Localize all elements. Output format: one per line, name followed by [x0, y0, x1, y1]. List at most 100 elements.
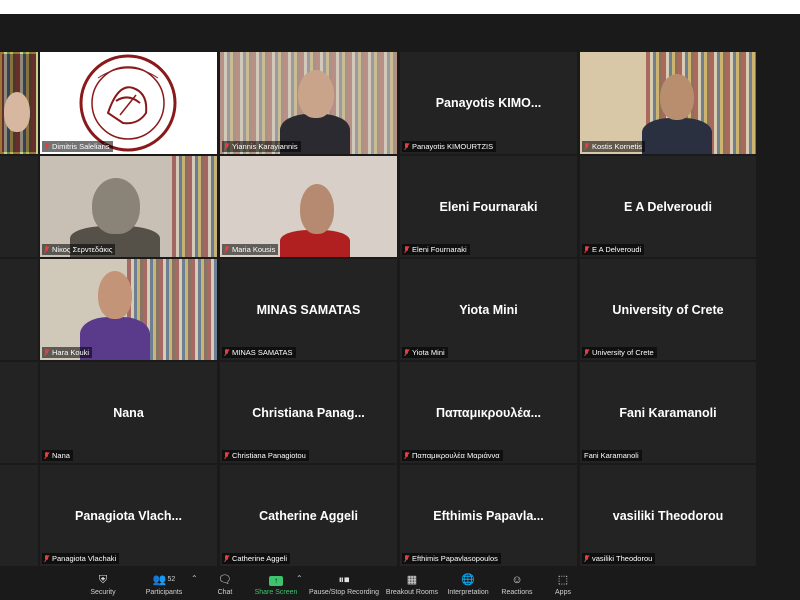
participant-tile[interactable]: Kostis Kornetis — [580, 52, 756, 154]
participant-tile[interactable]: Fani Karamanoli Fani Karamanoli — [580, 362, 756, 463]
mic-muted-icon — [584, 348, 589, 357]
share-screen-icon: ↑ — [269, 576, 283, 586]
apps-icon: ⬚ — [557, 574, 569, 586]
participant-tile[interactable]: Panagiota Vlach... Panagiota Vlachaki — [40, 465, 217, 566]
share-caret-icon[interactable]: ⌃ — [296, 574, 303, 583]
seal-logo — [79, 54, 177, 152]
participant-name: Dimitris Saleliaris — [52, 142, 110, 151]
participant-name: Christiana Panagiotou — [232, 451, 306, 460]
participant-tile[interactable]: Hara Kouki — [40, 259, 217, 360]
mic-muted-icon — [44, 348, 49, 357]
participant-tile[interactable]: Νίκος Σερντεδάκις — [40, 156, 217, 257]
participant-name: Panagiota Vlachaki — [52, 554, 117, 563]
participant-tile[interactable]: Maria Kousis — [220, 156, 397, 257]
mic-muted-icon — [404, 554, 409, 563]
participant-tile[interactable]: MINAS SAMATAS MINAS SAMATAS — [220, 259, 397, 360]
participant-tile[interactable]: Dimitris Saleliaris — [40, 52, 217, 154]
mic-muted-icon — [404, 142, 409, 151]
participant-tile[interactable]: Panayotis KIMO... Panayotis KIMOURTZIS — [400, 52, 577, 154]
participant-video — [660, 74, 694, 120]
participant-name: University of Crete — [592, 348, 654, 357]
participant-tile[interactable]: Nana Nana — [40, 362, 217, 463]
participant-display-name: Eleni Fournaraki — [439, 199, 538, 214]
meeting-toolbar: ⛨ Security 👥52 Participants ⌃ 🗨 Chat ↑ S… — [0, 570, 800, 600]
participant-display-name: University of Crete — [612, 302, 724, 317]
participants-count: 52 — [167, 576, 176, 583]
participant-tile[interactable] — [0, 52, 38, 154]
shield-icon: ⛨ — [98, 574, 108, 586]
participant-name: Fani Karamanoli — [584, 451, 639, 460]
gallery-view: Dimitris Saleliaris Yiannis Karayiannis … — [0, 14, 800, 570]
mic-muted-icon — [224, 554, 229, 563]
participant-name: Efthimis Papavlasopoulos — [412, 554, 498, 563]
participants-icon: 👥 — [152, 574, 167, 586]
participant-display-name: Παπαμικρουλέα... — [435, 405, 542, 420]
mic-muted-icon — [44, 245, 49, 254]
breakout-rooms-button[interactable]: ▦ Breakout Rooms — [382, 573, 442, 598]
mic-muted-icon — [44, 554, 49, 563]
participant-display-name: Christiana Panag... — [252, 405, 365, 420]
participant-tile[interactable]: Yiannis Karayiannis — [220, 52, 397, 154]
participant-tile[interactable]: University of Crete University of Crete — [580, 259, 756, 360]
participant-name: Kostis Kornetis — [592, 142, 643, 151]
participant-name: Νίκος Σερντεδάκις — [52, 245, 113, 254]
participant-video — [298, 70, 334, 118]
participant-display-name: Efthimis Papavla... — [433, 508, 544, 523]
participant-tile[interactable] — [0, 362, 38, 463]
participant-display-name: Panagiota Vlach... — [75, 508, 182, 523]
participant-tile[interactable] — [0, 465, 38, 566]
participant-name: Hara Kouki — [52, 348, 90, 357]
participant-display-name: Nana — [113, 405, 144, 420]
participant-video — [300, 184, 334, 234]
participant-name: Yiota Mini — [412, 348, 445, 357]
participant-display-name: Catherine Aggeli — [259, 508, 358, 523]
mic-muted-icon — [404, 245, 409, 254]
participant-display-name: E A Delveroudi — [624, 199, 712, 214]
pause-stop-icon: ⏸⏹ — [338, 574, 350, 586]
participant-name: Eleni Fournaraki — [412, 245, 467, 254]
participant-name: Panayotis KIMOURTZIS — [412, 142, 494, 151]
participant-name: Catherine Aggeli — [232, 554, 288, 563]
participant-tile[interactable] — [0, 259, 38, 360]
participant-tile[interactable]: vasiliki Theodorou vasiliki Theodorou — [580, 465, 756, 566]
breakout-rooms-icon: ▦ — [406, 574, 418, 586]
participant-tile[interactable]: Eleni Fournaraki Eleni Fournaraki — [400, 156, 577, 257]
participant-display-name: vasiliki Theodorou — [612, 508, 724, 523]
participant-tile[interactable]: Efthimis Papavla... Efthimis Papavlasopo… — [400, 465, 577, 566]
participant-tile[interactable]: Παπαμικρουλέα... Παπαμικρουλέα Μαριάννα — [400, 362, 577, 463]
mic-muted-icon — [584, 554, 589, 563]
mic-muted-icon — [224, 245, 229, 254]
apps-button[interactable]: ⬚ Apps — [533, 573, 593, 598]
security-button[interactable]: ⛨ Security — [73, 573, 133, 598]
participant-display-name: Panayotis KIMO... — [435, 96, 542, 110]
participant-tile[interactable]: Catherine Aggeli Catherine Aggeli — [220, 465, 397, 566]
mic-muted-icon — [44, 142, 49, 151]
participants-button[interactable]: 👥52 Participants — [134, 573, 194, 598]
mic-muted-icon — [224, 142, 229, 151]
participant-tile[interactable]: Christiana Panag... Christiana Panagioto… — [220, 362, 397, 463]
participant-tile[interactable]: E A Delveroudi E A Delveroudi — [580, 156, 756, 257]
mic-muted-icon — [404, 451, 409, 460]
participant-tile[interactable] — [0, 156, 38, 257]
participant-video — [92, 178, 140, 234]
participant-name: E A Delveroudi — [592, 245, 642, 254]
participant-video — [98, 271, 132, 319]
participant-display-name: MINAS SAMATAS — [256, 302, 361, 317]
participant-name: Maria Kousis — [232, 245, 276, 254]
participant-display-name: Fani Karamanoli — [619, 405, 717, 420]
mic-muted-icon — [224, 451, 229, 460]
participant-name: Παπαμικρουλέα Μαριάννα — [412, 451, 500, 460]
participant-name: Nana — [52, 451, 70, 460]
participant-video — [4, 92, 30, 132]
window-top-strip — [0, 0, 800, 14]
mic-muted-icon — [224, 348, 229, 357]
participant-tile[interactable]: Yiota Mini Yiota Mini — [400, 259, 577, 360]
participant-name: vasiliki Theodorou — [592, 554, 653, 563]
mic-muted-icon — [404, 348, 409, 357]
recording-button[interactable]: ⏸⏹ Pause/Stop Recording — [307, 573, 381, 598]
mic-muted-icon — [584, 142, 589, 151]
participant-name: MINAS SAMATAS — [232, 348, 293, 357]
mic-muted-icon — [584, 245, 589, 254]
mic-muted-icon — [44, 451, 49, 460]
participant-display-name: Yiota Mini — [459, 302, 518, 317]
